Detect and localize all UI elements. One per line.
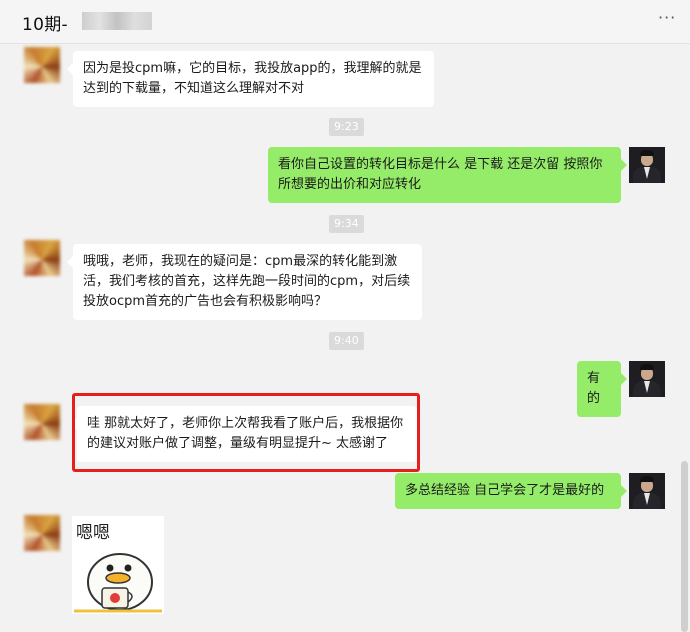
message-bubble-outgoing[interactable]: 多总结经验 自己学会了才是最好的: [395, 473, 627, 509]
blurred-title-name: [82, 12, 152, 30]
more-dots-icon[interactable]: ···: [658, 8, 676, 27]
message-bubble-incoming[interactable]: 哦哦，老师，我现在的疑问是：cpm最深的转化能到激活，我们考核的首充，这样先跑一…: [67, 244, 422, 320]
avatar-hair: [640, 150, 654, 156]
self-avatar[interactable]: [629, 473, 665, 509]
avatar-hair: [640, 364, 654, 370]
self-avatar[interactable]: [629, 361, 665, 397]
contact-avatar[interactable]: [24, 515, 60, 551]
contact-avatar[interactable]: [24, 47, 60, 83]
sticker-text: 嗯嗯: [76, 523, 110, 543]
timestamp: 9:23: [329, 118, 364, 136]
duck-sticker-icon[interactable]: 嗯嗯: [72, 516, 164, 614]
self-avatar[interactable]: [629, 147, 665, 183]
message-bubble-incoming[interactable]: 因为是投cpm嘛，它的目标，我投放app的，我理解的就是达到的下载量，不知道这么…: [67, 51, 434, 107]
avatar-hair: [640, 476, 654, 482]
message-bubble-incoming[interactable]: 哇 那就太好了，老师你上次帮我看了账户后，我根据你的建议对账户做了调整，量级有明…: [71, 406, 417, 462]
contact-avatar[interactable]: [24, 240, 60, 276]
contact-avatar[interactable]: [24, 404, 60, 440]
duck-sticker-drawing: 嗯嗯: [74, 523, 162, 613]
chat-title: 10期-: [22, 15, 68, 35]
chat-header: 10期- ···: [0, 0, 690, 44]
message-bubble-outgoing[interactable]: 有的: [577, 361, 627, 417]
message-bubble-outgoing[interactable]: 看你自己设置的转化目标是什么 是下载 还是次留 按照你所想要的出价和对应转化: [268, 147, 627, 203]
timestamp: 9:34: [329, 215, 364, 233]
timestamp: 9:40: [329, 332, 364, 350]
scrollbar-thumb[interactable]: [681, 461, 688, 632]
